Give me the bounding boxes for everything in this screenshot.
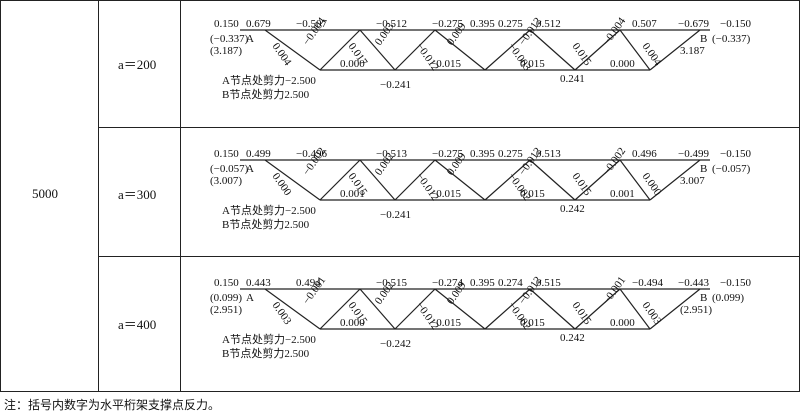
top-chord-force: 0.150 xyxy=(214,277,239,289)
truss-svg: 0.150 0.499 −0.496 −0.513 −0.275 0.395 0.275 0.… xyxy=(210,145,751,231)
truss-svg: 0.150 0.443 0.494 −0.515 −0.274 0.395 0.274 0.5… xyxy=(210,274,751,360)
a-label: a＝200 xyxy=(118,57,157,72)
table-left-border xyxy=(0,0,1,391)
diagonal-force: 0.003 xyxy=(270,300,294,328)
top-chord-force: −0.150 xyxy=(720,277,751,289)
top-chord-force: −0.679 xyxy=(678,18,709,30)
diagonal-force: 0.000 xyxy=(640,171,664,199)
node-force-low-left: −0.241 xyxy=(380,79,411,91)
bottom-chord-force: 0.000 xyxy=(340,317,365,329)
top-chord-force: 0.507 xyxy=(632,18,657,30)
bottom-chord-force: −0.015 xyxy=(430,317,461,329)
span-value: 5000 xyxy=(32,186,58,201)
top-chord-force: 0.395 xyxy=(470,148,495,160)
node-force-low-right: 0.242 xyxy=(560,203,585,215)
a-label: a＝400 xyxy=(118,317,157,332)
shear-b-label: B节点处剪力2.500 xyxy=(222,217,310,231)
support-reaction-right: (−0.057) xyxy=(712,163,751,175)
node-force-low-left: −0.242 xyxy=(380,338,411,350)
a-label: a＝300 xyxy=(118,187,157,202)
diagonal-force: 0.015 xyxy=(570,171,594,199)
bottom-chord-force: 0.001 xyxy=(340,188,365,200)
node-a-label: A xyxy=(246,292,254,304)
support-reaction-left: (−0.337) xyxy=(210,33,249,45)
node-b-label: B xyxy=(700,292,707,304)
support-reaction-left: (0.099) xyxy=(210,292,242,304)
diagonal-force: −0.001 xyxy=(601,274,629,306)
bottom-chord-force: 0.000 xyxy=(340,58,365,70)
top-chord-force: −0.494 xyxy=(632,277,663,289)
node-b-value: 3.007 xyxy=(680,175,705,187)
support-reaction-left: (−0.057) xyxy=(210,163,249,175)
truss-table: 5000 a＝200 a＝300 a＝400 0.150 0.679 −0.507−… xyxy=(0,0,800,392)
bottom-chord-force: −0.015 xyxy=(430,58,461,70)
diagonal-force: 0.004 xyxy=(640,41,664,69)
top-chord-force: 0.274 xyxy=(498,277,523,289)
bottom-chord-force: 0.001 xyxy=(610,188,635,200)
top-chord-force: 0.395 xyxy=(470,277,495,289)
top-chord-force: 0.443 xyxy=(246,277,271,289)
top-chord-force: 0.496 xyxy=(632,148,657,160)
node-force-low-right: 0.242 xyxy=(560,332,585,344)
table-bottom-border xyxy=(0,391,800,392)
shear-a-label: A节点处剪力−2.500 xyxy=(222,332,316,346)
top-chord-force: −0.443 xyxy=(678,277,709,289)
column-divider xyxy=(98,0,99,391)
shear-b-label: B节点处剪力2.500 xyxy=(222,87,310,101)
shear-a-label: A节点处剪力−2.500 xyxy=(222,73,316,87)
node-a-value: (2.951) xyxy=(210,304,242,316)
node-b-label: B xyxy=(700,163,707,175)
node-force-low-right: 0.241 xyxy=(560,73,585,85)
shear-a-label: A节点处剪力−2.500 xyxy=(222,203,316,217)
bottom-chord-force: 0.015 xyxy=(520,188,545,200)
node-a-value: (3.187) xyxy=(210,45,242,57)
diagonal-force: 0.015 xyxy=(570,300,594,328)
bottom-chord-force: −0.015 xyxy=(430,188,461,200)
node-b-value: 3.187 xyxy=(680,45,705,57)
diagonal-force: 0.004 xyxy=(270,41,294,69)
table-top-border xyxy=(0,0,800,1)
diagonal-force: 0.003 xyxy=(640,300,664,328)
truss-diagram: 0.150 0.499 −0.496 −0.513 −0.275 0.395 0.275 0.… xyxy=(180,138,796,258)
truss-diagram: 0.150 0.679 −0.507 −0.512 −0.275 0.395 0.275 0.… xyxy=(180,8,796,128)
top-chord-force: −0.499 xyxy=(678,148,709,160)
diagonal-force: −0.004 xyxy=(601,15,629,48)
bottom-chord-force: 0.000 xyxy=(610,58,635,70)
truss-diagram: 0.150 0.443 0.494 −0.515 −0.274 0.395 0.274 0.5… xyxy=(180,267,796,387)
top-chord-force: −0.150 xyxy=(720,18,751,30)
top-chord-force: 0.275 xyxy=(498,148,523,160)
node-a-label: A xyxy=(246,33,254,45)
top-chord-force: 0.395 xyxy=(470,18,495,30)
diagonal-force: 0.015 xyxy=(570,41,594,69)
top-chord-force: 0.679 xyxy=(246,18,271,30)
support-reaction-right: (−0.337) xyxy=(712,33,751,45)
truss-svg: 0.150 0.679 −0.507 −0.512 −0.275 0.395 0.275 0.… xyxy=(210,15,751,101)
node-b-value: (2.951) xyxy=(680,304,712,316)
top-chord-force: −0.150 xyxy=(720,148,751,160)
bottom-chord-force: 0.015 xyxy=(520,58,545,70)
top-chord-force: 0.150 xyxy=(214,18,239,30)
support-reaction-right: (0.099) xyxy=(712,292,744,304)
bottom-chord-force: 0.015 xyxy=(520,317,545,329)
shear-b-label: B节点处剪力2.500 xyxy=(222,346,310,360)
node-b-label: B xyxy=(700,33,707,45)
top-chord-force: 0.275 xyxy=(498,18,523,30)
diagonal-force: −0.002 xyxy=(601,145,629,177)
node-a-label: A xyxy=(246,163,254,175)
bottom-chord-force: 0.000 xyxy=(610,317,635,329)
node-force-low-left: −0.241 xyxy=(380,209,411,221)
diagonal-force: 0.000 xyxy=(270,171,294,199)
top-chord-force: 0.499 xyxy=(246,148,271,160)
top-chord-force: 0.150 xyxy=(214,148,239,160)
footnote: 注：括号内数字为水平桁架支撑点反力。 xyxy=(4,398,221,412)
node-a-value: (3.007) xyxy=(210,175,242,187)
